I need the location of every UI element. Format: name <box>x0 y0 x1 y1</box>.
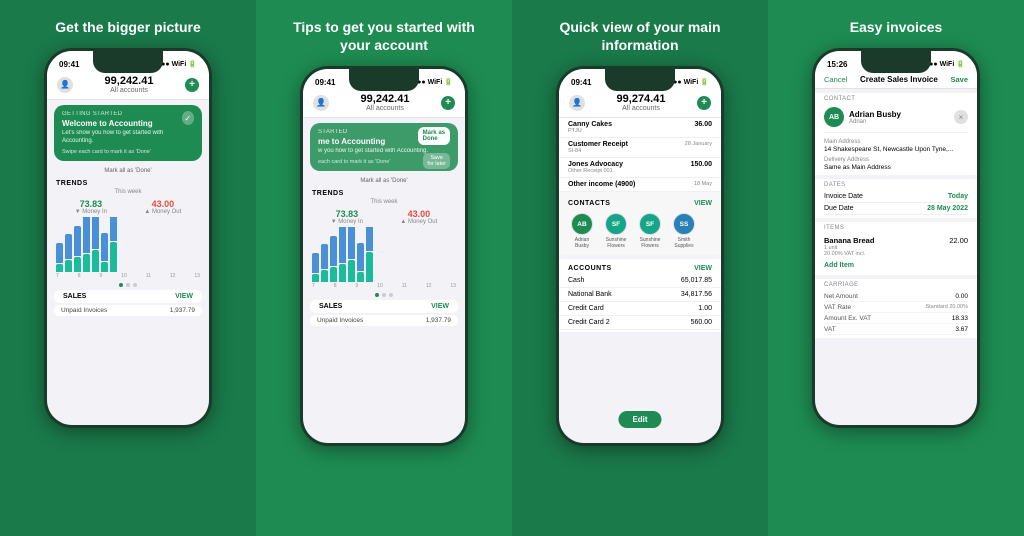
panel-2-title: Tips to get you started with your accoun… <box>289 18 479 54</box>
add-button-2[interactable]: + <box>441 96 455 110</box>
contact-section: CONTACT AB Adrian Busby Adrian × Main Ad… <box>815 93 977 175</box>
chart-labels-2: 789 10111213 <box>303 282 465 290</box>
transaction-4: Other income (4900) 18 May <box>559 178 721 192</box>
panel-easy-invoices: Easy invoices 15:26 ●●●WiFi🔋 Cancel Crea… <box>768 0 1024 536</box>
contact-row: AB Adrian Busby Adrian × <box>824 105 968 129</box>
bar-chart-1 <box>47 217 209 272</box>
contact-sunshine-2[interactable]: SF Sunshine Flowers <box>636 213 664 249</box>
phone-notch-4 <box>861 51 931 73</box>
due-date-row: Due Date 28 May 2022 <box>824 203 968 215</box>
edit-fab-button[interactable]: Edit <box>618 411 661 428</box>
transaction-3: Jones Advocacy Other Receipt 001 150.00 <box>559 158 721 178</box>
panel-1-title: Get the bigger picture <box>55 18 200 36</box>
balance-display-2: 99,242.41 All accounts <box>329 93 441 112</box>
balance-display-3: 99,274.41 All accounts <box>585 93 697 112</box>
app-header-3: 👤 99,274.41 All accounts + <box>559 89 721 118</box>
remove-contact-button[interactable]: × <box>954 110 968 124</box>
panel-4-title: Easy invoices <box>850 18 943 36</box>
phone-1: 09:41 ●●● WiFi 🔋 👤 99,242.41 All account… <box>44 48 212 428</box>
trends-header-2: TRENDS <box>303 186 465 199</box>
user-icon-3[interactable]: 👤 <box>569 95 585 111</box>
account-cash: Cash 65,017.85 <box>559 274 721 288</box>
transactions-list: Canny Cakes PTJU 36.00 Customer Receipt … <box>559 118 721 192</box>
carriage-section: CARRIAGE Net Amount 0.00 VAT Rate Standa… <box>815 279 977 338</box>
add-button-1[interactable]: + <box>185 78 199 92</box>
phone-2: 09:41 ●●●WiFi🔋 👤 99,242.41 All accounts … <box>300 66 468 446</box>
form-title: Create Sales Invoice <box>860 75 938 84</box>
phone-notch-1 <box>93 51 163 73</box>
panel-get-bigger-picture: Get the bigger picture 09:41 ●●● WiFi 🔋 … <box>0 0 256 536</box>
mark-as-done-badge[interactable]: Mark asDone <box>418 127 450 145</box>
save-button[interactable]: Save <box>950 75 968 84</box>
contact-smith[interactable]: SS Smith Supplies <box>670 213 698 249</box>
status-time-1: 09:41 <box>59 60 79 69</box>
contact-avatar: AB <box>824 107 844 127</box>
status-time-3: 09:41 <box>571 78 591 87</box>
app-header-2: 👤 99,242.41 All accounts + <box>303 89 465 118</box>
invoice-row-2: Unpaid Invoices 1,937.79 <box>310 315 458 326</box>
bar-chart-2 <box>303 227 465 282</box>
panel-tips: Tips to get you started with your accoun… <box>256 0 512 536</box>
vat-row: VAT 3.67 <box>824 324 968 335</box>
app-header-1: 👤 99,242.41 All accounts + <box>47 71 209 100</box>
trends-values-2: 73.83 ▼ Money In 43.00 ▲ Money Out <box>303 207 465 227</box>
vat-rate-row: VAT Rate Standard 20.00% <box>824 302 968 313</box>
account-cc1: Credit Card 1.00 <box>559 302 721 316</box>
pagination-dots-1 <box>47 280 209 290</box>
sales-header-1: SALES VIEW <box>54 290 202 303</box>
pagination-dots-2 <box>303 290 465 300</box>
net-amount-row: Net Amount 0.00 <box>824 291 968 302</box>
contact-sunshine-1[interactable]: SF Sunshine Flowers <box>602 213 630 249</box>
save-for-later-badge[interactable]: Savefor later <box>423 153 450 169</box>
phone-notch-3 <box>605 69 675 91</box>
item-row: Banana Bread 1 unit 20.00% VAT incl. 22.… <box>824 234 968 259</box>
user-icon-1[interactable]: 👤 <box>57 77 73 93</box>
phone-4: 15:26 ●●●WiFi🔋 Cancel Create Sales Invoi… <box>812 48 980 428</box>
add-button-3[interactable]: + <box>697 96 711 110</box>
vat-ex-row: Amount Ex. VAT 18.33 <box>824 313 968 324</box>
sales-header-2: SALES VIEW <box>310 300 458 313</box>
balance-display-1: 99,242.41 All accounts <box>73 75 185 94</box>
check-icon-1: ✓ <box>182 111 195 125</box>
account-national: National Bank 34,817.56 <box>559 288 721 302</box>
status-time-4: 15:26 <box>827 60 847 69</box>
phone-notch-2 <box>349 69 419 91</box>
cancel-button[interactable]: Cancel <box>824 75 847 84</box>
trends-values-1: 73.83 ▼ Money In 43.00 ▲ Money Out <box>47 197 209 217</box>
contact-adrian[interactable]: AB Adrian Busby <box>568 213 596 249</box>
panel-quick-view: Quick view of your main information 09:4… <box>512 0 768 536</box>
chart-labels-1: 789 10111213 <box>47 272 209 280</box>
phone-3: 09:41 ●●●WiFi🔋 👤 99,274.41 All accounts … <box>556 66 724 446</box>
account-cc2: Credit Card 2 560.00 <box>559 316 721 330</box>
add-item-button[interactable]: Add Item <box>824 259 968 272</box>
dates-section: DATES Invoice Date Today Due Date 28 May… <box>815 179 977 218</box>
getting-started-card-1: GETTING STARTED Welcome to Accounting Le… <box>54 105 202 161</box>
user-icon-2[interactable]: 👤 <box>313 95 329 111</box>
panel-3-title: Quick view of your main information <box>545 18 735 54</box>
transaction-1: Canny Cakes PTJU 36.00 <box>559 118 721 138</box>
invoice-row-1: Unpaid Invoices 1,937.79 <box>54 305 202 316</box>
contacts-section: CONTACTS VIEW AB Adrian Busby SF Sunshin… <box>559 192 721 255</box>
items-section: ITEMS Banana Bread 1 unit 20.00% VAT inc… <box>815 222 977 275</box>
transaction-2: Customer Receipt SI-84 28 January <box>559 138 721 158</box>
trends-header-1: TRENDS <box>47 176 209 189</box>
contacts-avatars: AB Adrian Busby SF Sunshine Flowers SF S… <box>559 209 721 253</box>
accounts-section: ACCOUNTS VIEW Cash 65,017.85 National Ba… <box>559 259 721 332</box>
invoice-form-header: Cancel Create Sales Invoice Save <box>815 71 977 89</box>
invoice-date-row: Invoice Date Today <box>824 191 968 203</box>
status-time-2: 09:41 <box>315 78 335 87</box>
